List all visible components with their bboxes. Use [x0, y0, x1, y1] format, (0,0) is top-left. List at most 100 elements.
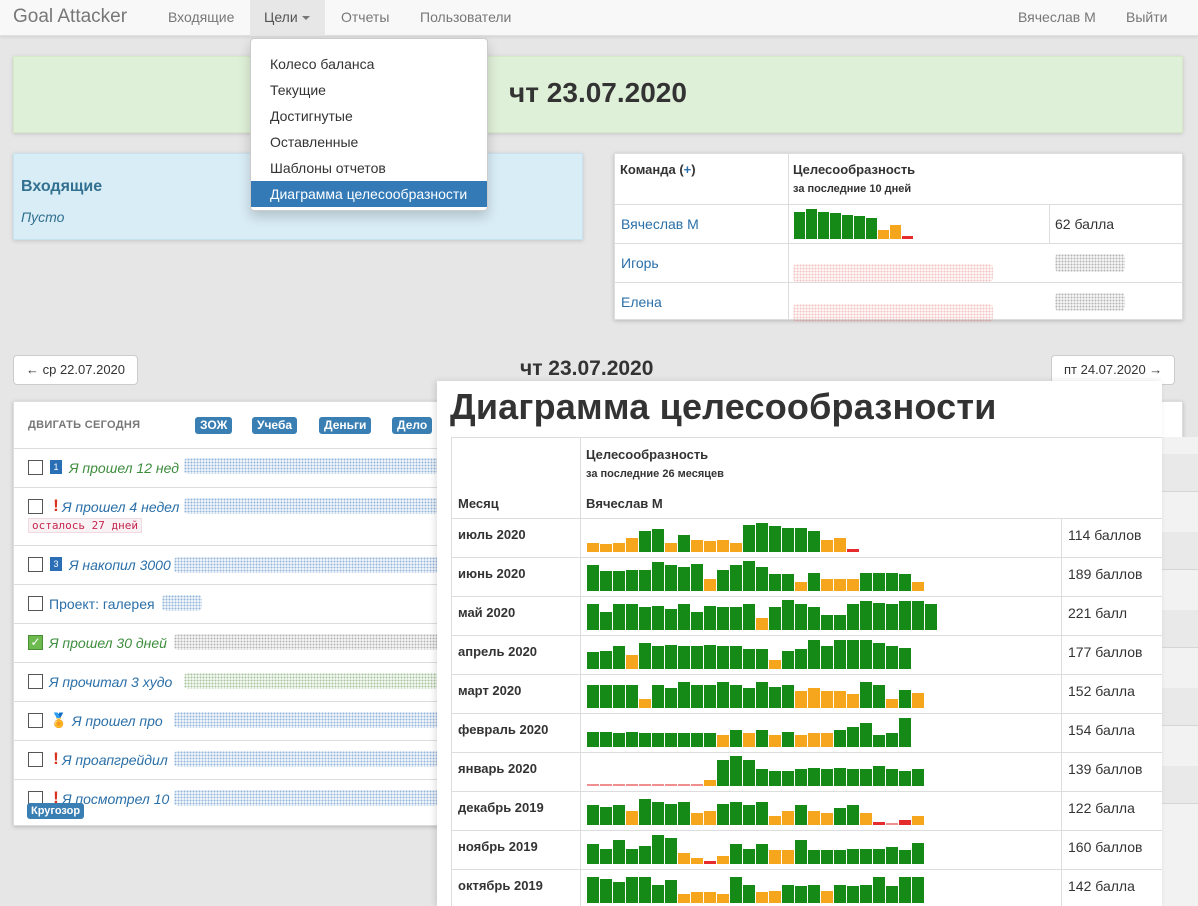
sparkline-bar	[769, 816, 781, 825]
menu-item-current[interactable]: Текущие	[251, 77, 487, 103]
sparkline-bar	[613, 840, 625, 864]
sparkline-bar	[587, 877, 599, 903]
sparkline-bar	[795, 769, 807, 786]
sparkline-bar	[730, 543, 742, 552]
task-text[interactable]: Я прошел про	[72, 713, 163, 729]
banner-date: чт 23.07.2020	[509, 77, 687, 108]
sparkline-bar	[652, 646, 664, 669]
month-label: май 2020	[458, 605, 516, 620]
task-text[interactable]: Я накопил 3000	[69, 557, 171, 573]
remaining-days-label: осталось 27 дней	[28, 518, 142, 533]
blurred-sparkline	[793, 304, 993, 322]
sparkline-bar	[873, 849, 885, 864]
brand-link[interactable]: Goal Attacker	[13, 6, 127, 28]
sparkline-bar	[587, 543, 599, 552]
sparkline-bar	[691, 813, 703, 825]
task-checkbox[interactable]	[28, 752, 43, 767]
sparkline-bar	[678, 802, 690, 825]
sparkline-bar	[756, 892, 768, 903]
sparkline-bar	[730, 565, 742, 591]
menu-item-balance-wheel[interactable]: Колесо баланса	[251, 51, 487, 77]
sparkline-bar	[821, 615, 833, 630]
month-score: 114 баллов	[1068, 527, 1142, 543]
nav-goals[interactable]: Цели	[264, 9, 310, 25]
sparkline-bar	[600, 685, 612, 708]
month-score: 189 баллов	[1068, 566, 1143, 582]
sparkline-bar	[860, 573, 872, 591]
sparkline-bar	[842, 215, 853, 239]
sparkline-bar	[834, 885, 846, 903]
task-checkbox-checked[interactable]: ✓	[28, 635, 43, 650]
sparkline-bar	[613, 604, 625, 630]
sparkline-bar	[600, 571, 612, 591]
task-text[interactable]: Я прочитал 3 худо	[49, 674, 172, 690]
sparkline-bar	[652, 802, 664, 825]
sparkline-bar	[899, 771, 911, 786]
sparkline-bar	[743, 849, 755, 864]
inbox-title[interactable]: Входящие	[21, 178, 102, 196]
task-checkbox[interactable]	[28, 674, 43, 689]
blurred-text	[184, 458, 439, 474]
top-navbar: Goal Attacker Входящие Цели Отчеты Польз…	[0, 0, 1198, 36]
sparkline-bar	[860, 849, 872, 864]
team-member-name[interactable]: Игорь	[621, 255, 659, 271]
sparkline-bar	[899, 718, 911, 747]
tag-zozh[interactable]: ЗОЖ	[195, 417, 233, 434]
sparkline-bar	[665, 880, 677, 903]
sparkline-bar	[587, 732, 599, 747]
task-text[interactable]: Я прошел 12 нед	[69, 460, 179, 476]
tag-study[interactable]: Учеба	[252, 417, 298, 434]
add-member-button[interactable]: +	[684, 162, 692, 177]
month-label: ноябрь 2019	[458, 839, 538, 854]
sparkline-bar	[782, 850, 794, 864]
nav-inbox[interactable]: Входящие	[168, 9, 234, 25]
tag-work[interactable]: Дело	[392, 417, 433, 434]
nav-user-name[interactable]: Вячеслав М	[1018, 9, 1096, 25]
task-checkbox[interactable]	[28, 713, 43, 728]
sparkline-bar	[847, 727, 859, 747]
nav-logout[interactable]: Выйти	[1126, 9, 1167, 25]
nav-reports[interactable]: Отчеты	[341, 9, 389, 25]
sparkline-bar	[626, 655, 638, 669]
task-checkbox[interactable]	[28, 460, 43, 475]
sparkline-bar	[795, 649, 807, 669]
sparkline-bar	[808, 811, 820, 825]
task-checkbox[interactable]	[28, 499, 43, 514]
task-text[interactable]: Я проапгрейдил	[62, 752, 168, 768]
task-text[interactable]: Проект: галерея	[49, 596, 155, 612]
sparkline-bar	[587, 652, 599, 669]
sparkline-bar	[587, 604, 599, 630]
sparkline-bar	[665, 804, 677, 825]
sparkline-bar	[795, 604, 807, 630]
task-text[interactable]: Я прошел 30 дней	[49, 635, 167, 651]
menu-item-abandoned[interactable]: Оставленные	[251, 129, 487, 155]
task-text[interactable]: Я прошел 4 недел	[62, 499, 179, 515]
tag-outlook[interactable]: Кругозор	[27, 803, 85, 819]
prev-day-button[interactable]: ← ср 22.07.2020	[13, 355, 139, 385]
menu-item-report-templates[interactable]: Шаблоны отчетов	[251, 155, 487, 181]
goals-dropdown-menu: Колесо баланса Текущие Достигнутые Остав…	[250, 38, 488, 211]
team-member-name[interactable]: Вячеслав М	[621, 216, 699, 232]
sparkline-bar	[639, 570, 651, 591]
nav-users[interactable]: Пользователи	[420, 9, 511, 25]
team-member-name[interactable]: Елена	[621, 294, 662, 310]
task-checkbox[interactable]	[28, 596, 43, 611]
sparkline-bar	[730, 730, 742, 747]
sparkline-bar	[821, 850, 833, 864]
sparkline-bar	[808, 768, 820, 786]
menu-item-fitness-diagram[interactable]: Диаграмма целесообразности	[251, 181, 487, 207]
sparkline-bar	[873, 766, 885, 786]
sparkline-bar	[730, 877, 742, 903]
sparkline-bar	[639, 799, 651, 825]
sparkline-bar	[613, 882, 625, 903]
date-banner: чт 23.07.2020	[13, 56, 1183, 133]
sparkline-bar	[821, 733, 833, 747]
blurred-score	[1055, 254, 1125, 272]
task-checkbox[interactable]	[28, 557, 43, 572]
sparkline-bar	[665, 645, 677, 669]
task-row: Проект: галерея	[14, 584, 444, 623]
menu-item-achieved[interactable]: Достигнутые	[251, 103, 487, 129]
sparkline-bar	[756, 649, 768, 669]
tag-money[interactable]: Деньги	[319, 417, 372, 434]
sparkline-bar	[782, 732, 794, 747]
